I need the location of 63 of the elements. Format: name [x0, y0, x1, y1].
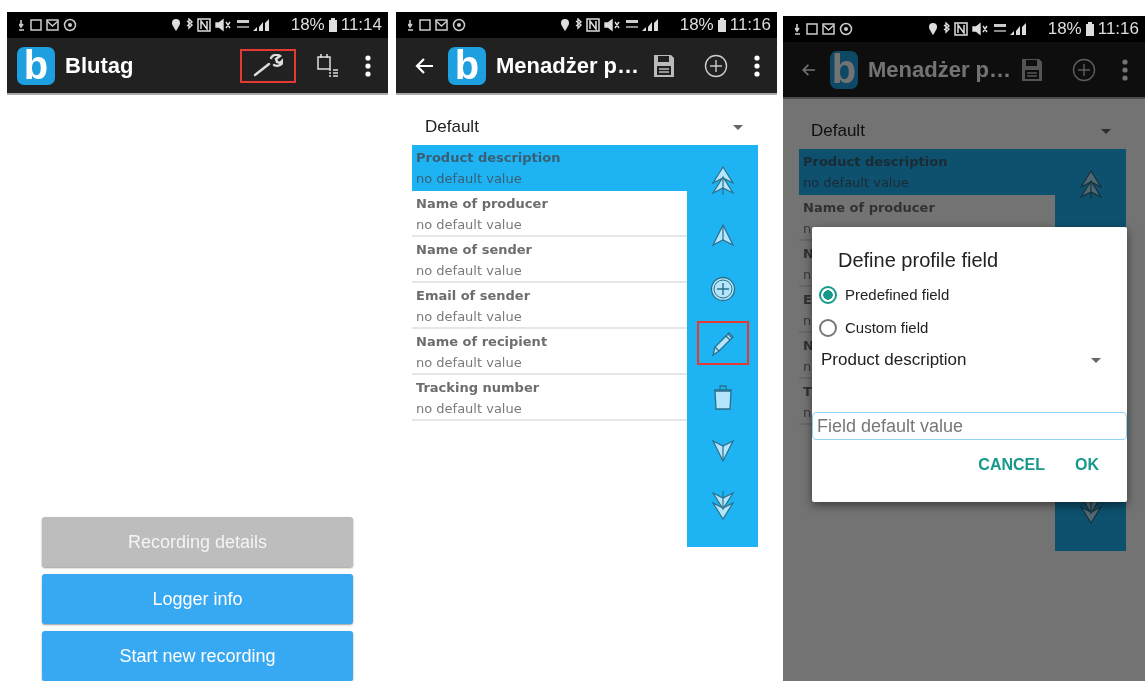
battery-icon [1085, 22, 1094, 36]
action-button[interactable]: Start new recording [42, 631, 353, 681]
field-name: Tracking number [416, 379, 540, 397]
double-up-arrow-icon[interactable] [710, 166, 735, 196]
action-button[interactable]: Logger info [42, 574, 353, 624]
default-value-field[interactable]: Field default value [812, 412, 1127, 440]
field-value: n [803, 220, 812, 238]
battery-icon [328, 18, 337, 32]
app-logo: b [17, 46, 55, 85]
field-type-dropdown[interactable]: Product description [821, 350, 1101, 370]
profile-dropdown[interactable]: Default [811, 121, 1111, 141]
field-value: no default value [416, 216, 522, 234]
save-icon[interactable] [653, 53, 675, 78]
dropdown-caret-icon [1101, 128, 1111, 134]
field-name: Product description [803, 153, 948, 171]
field-value: no default value [416, 400, 522, 418]
back-arrow-icon[interactable] [414, 56, 434, 75]
radio-label: Predefined field [845, 286, 950, 303]
clock-time: 11:14 [340, 15, 382, 35]
dialog-button[interactable]: CANCEL [978, 456, 1045, 474]
field-value: no default value [416, 354, 522, 372]
battery-icon [717, 18, 726, 32]
radio-button[interactable] [819, 285, 837, 304]
radio-label: Custom field [845, 319, 929, 336]
app-logo: b [448, 46, 486, 85]
field-value: no default value [416, 170, 522, 188]
field-list-item[interactable]: Product description no default value [412, 145, 687, 191]
dropdown-caret-icon [1091, 357, 1101, 363]
field-name: Name of producer [803, 199, 935, 217]
add-icon[interactable] [704, 53, 728, 78]
wrench-icon[interactable] [253, 53, 283, 78]
app-title: Menadżer p… [867, 56, 1011, 83]
double-up-arrow-icon[interactable] [1078, 170, 1103, 200]
field-name: Email of sender [416, 287, 531, 305]
field-name: Name of sender [416, 241, 532, 259]
trash-icon[interactable] [712, 384, 733, 410]
dropdown-caret-icon [733, 124, 743, 130]
field-name: Name of producer [416, 195, 548, 213]
field-value: no default value [803, 174, 909, 192]
battery-percent: 18% [679, 15, 714, 35]
field-name: T [803, 383, 812, 401]
down-arrow-icon[interactable] [710, 440, 735, 462]
more-options-icon[interactable] [365, 54, 371, 77]
calendar-list-icon[interactable] [316, 52, 338, 79]
add-circle-icon[interactable] [709, 276, 736, 302]
battery-percent: 18% [1047, 19, 1082, 39]
app-title: Menadżer p… [496, 52, 640, 79]
clock-time: 11:16 [1097, 19, 1139, 39]
profile-dropdown[interactable]: Default [425, 117, 743, 137]
radio-button[interactable] [819, 318, 837, 337]
field-name: E [803, 291, 812, 309]
field-value: no default value [416, 308, 522, 326]
more-options-icon[interactable] [754, 54, 760, 77]
dialog-title: Define profile field [838, 249, 1000, 272]
up-arrow-icon[interactable] [710, 224, 735, 246]
field-name: Product description [416, 149, 561, 167]
app-title: Blutag [65, 52, 134, 79]
battery-percent: 18% [290, 15, 325, 35]
field-value: no default value [416, 262, 522, 280]
field-name: Name of recipient [416, 333, 548, 351]
clock-time: 11:16 [729, 15, 771, 35]
dialog-button[interactable]: OK [1075, 456, 1099, 474]
app-logo: b [829, 50, 858, 89]
